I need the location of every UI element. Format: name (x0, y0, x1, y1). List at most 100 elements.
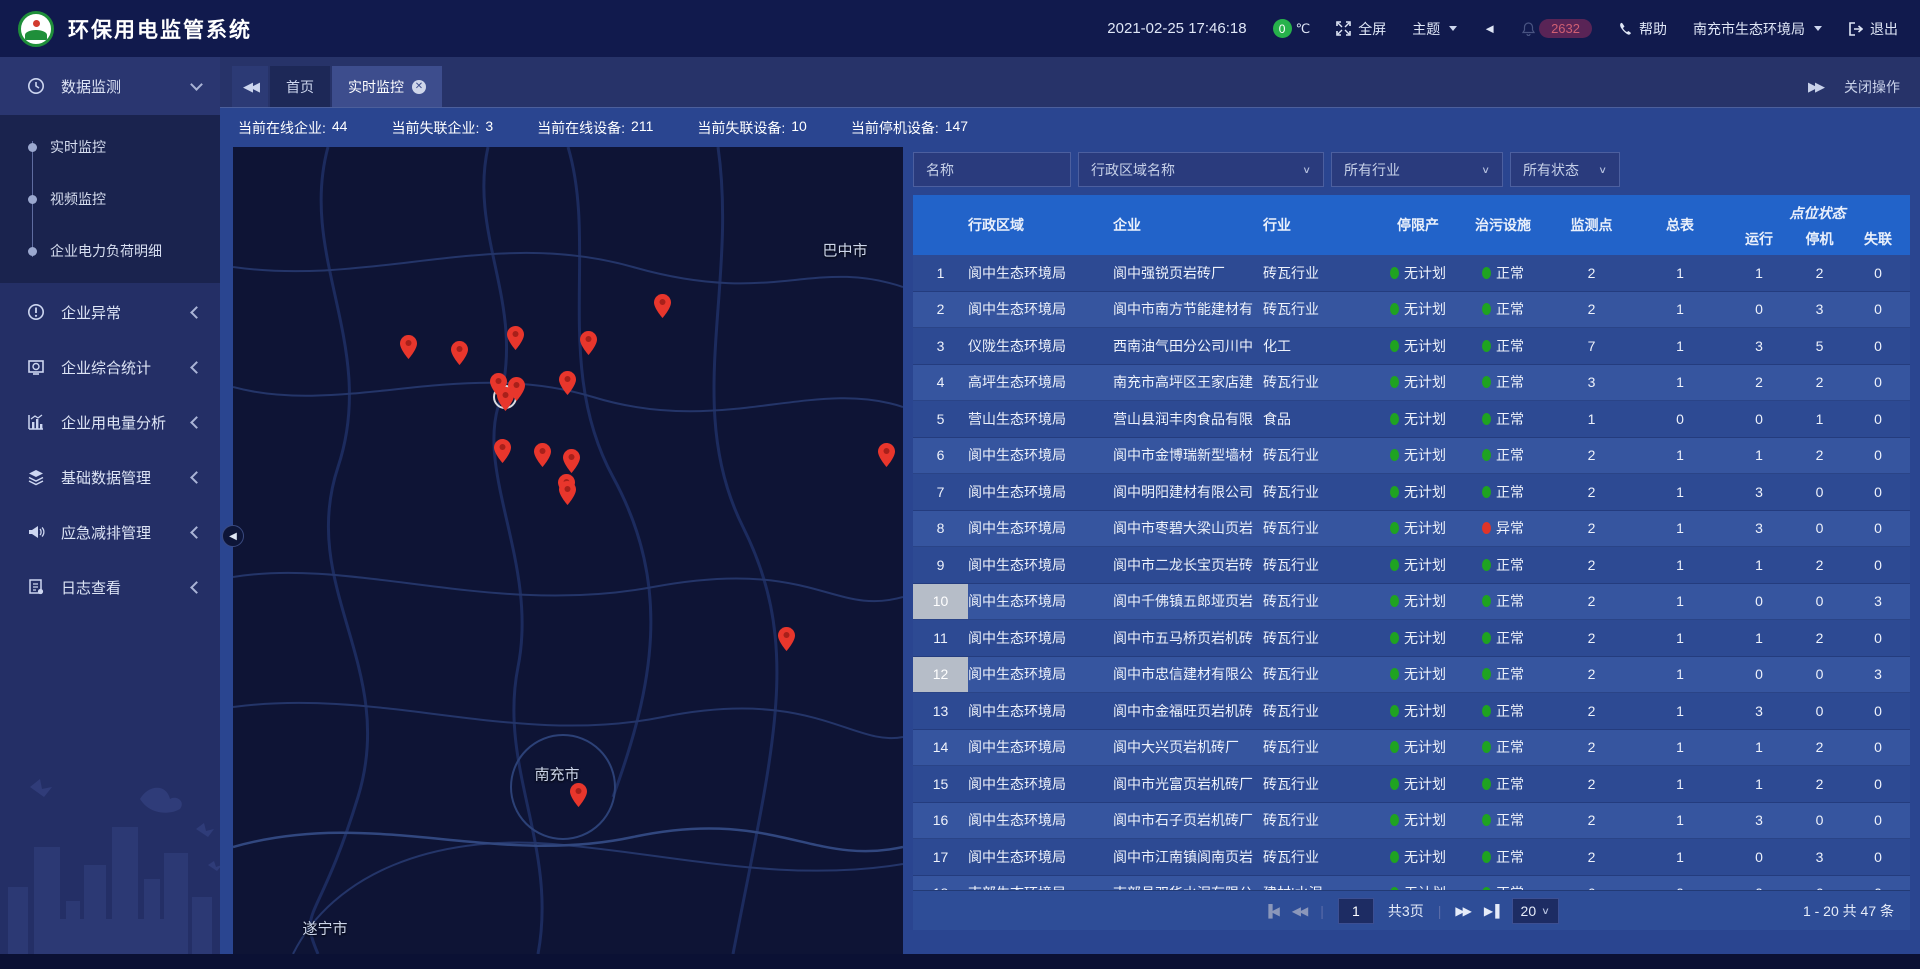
running-count-cell: 3 (1725, 328, 1793, 364)
status-dot-green (1482, 632, 1491, 644)
total-meter-cell: 1 (1635, 547, 1725, 583)
table-row[interactable]: 3仪陇生态环境局西南油气田分公司川中化工无计划正常71350 (913, 328, 1910, 365)
sidebar-subitem-power-load-detail[interactable]: 企业电力负荷明细 (0, 225, 220, 277)
map-pin-icon[interactable] (400, 335, 417, 359)
tabs-scroll-right-button[interactable]: ▶▶ (1808, 79, 1822, 95)
close-operations-button[interactable]: 关闭操作 (1844, 77, 1900, 97)
table-row[interactable]: 10阆中生态环境局阆中千佛镇五郎垭页岩砖瓦行业无计划正常21003 (913, 584, 1910, 621)
sidebar-collapse-toggle[interactable]: ◀ (222, 525, 244, 547)
tabs-scroll-left-button[interactable]: ◀◀ (232, 66, 268, 107)
map-panel[interactable]: 巴中市南充市遂宁市 ◀ (233, 147, 903, 954)
table-row[interactable]: 13阆中生态环境局阆中市金福旺页岩机砖砖瓦行业无计划正常21300 (913, 693, 1910, 730)
table-row[interactable]: 6阆中生态环境局阆中市金博瑞新型墙材砖瓦行业无计划正常21120 (913, 438, 1910, 475)
sidebar-item-base-data-management[interactable]: 基础数据管理 (0, 451, 220, 503)
region-cell: 阆中生态环境局 (968, 584, 1113, 620)
table-row[interactable]: 2阆中生态环境局阆中市南方节能建材有砖瓦行业无计划正常21030 (913, 292, 1910, 329)
table-row[interactable]: 15阆中生态环境局阆中市光富页岩机砖厂砖瓦行业无计划正常21120 (913, 766, 1910, 803)
table-row[interactable]: 18南部生态环境局南部县双华水泥有限公建材|水泥无计划正常60060 (913, 876, 1910, 891)
col-group-header-point-status: 点位状态 (1725, 195, 1910, 225)
sidebar-item-enterprise-statistics[interactable]: 企业综合统计 (0, 341, 220, 393)
map-pin-icon[interactable] (497, 387, 514, 411)
industry-cell: 砖瓦行业 (1263, 547, 1378, 583)
next-page-button[interactable]: ▶▶ (1455, 904, 1469, 918)
stop-limit-cell: 无计划 (1378, 584, 1458, 620)
status-text: 无计划 (1404, 409, 1446, 429)
page-number-input[interactable] (1338, 898, 1374, 924)
table-header: 行政区域企业行业停限产治污设施监测点总表点位状态运行停机失联 (913, 195, 1910, 255)
sidebar-item-enterprise-abnormal[interactable]: 企业异常 (0, 286, 220, 338)
last-page-button[interactable]: ▶▐ (1484, 904, 1498, 918)
lost-count-cell: 0 (1846, 474, 1910, 510)
map-pin-icon[interactable] (570, 783, 587, 807)
sidebar-subitem-video-monitoring[interactable]: 视频监控 (0, 173, 220, 225)
map-pin-icon[interactable] (654, 294, 671, 318)
city-skyline-decoration (0, 769, 220, 954)
map-pin-icon[interactable] (878, 443, 895, 467)
map-pin-icon[interactable] (534, 443, 551, 467)
table-row[interactable]: 8阆中生态环境局阆中市枣碧大梁山页岩砖瓦行业无计划异常21300 (913, 511, 1910, 548)
status-text: 正常 (1496, 810, 1524, 830)
col-header: 总表 (1635, 195, 1725, 255)
page-size-select[interactable]: 20∨ (1512, 898, 1559, 924)
table-row[interactable]: 16阆中生态环境局阆中市石子页岩机砖厂砖瓦行业无计划正常21300 (913, 803, 1910, 840)
enterprise-cell: 阆中市二龙长宝页岩砖 (1113, 547, 1263, 583)
sidebar-item-label: 数据监测 (61, 76, 176, 97)
sidebar-item-power-usage-analysis[interactable]: 企业用电量分析 (0, 396, 220, 448)
notification-badge[interactable]: 2632 (1522, 19, 1592, 38)
map-pin-icon[interactable] (494, 439, 511, 463)
table-row[interactable]: 4高坪生态环境局南充市高坪区王家店建砖瓦行业无计划正常31220 (913, 365, 1910, 402)
map-pin-icon[interactable] (451, 341, 468, 365)
status-text: 正常 (1496, 737, 1524, 757)
halted-count-cell: 0 (1793, 693, 1846, 729)
stop-limit-cell: 无计划 (1378, 255, 1458, 291)
table-row[interactable]: 14阆中生态环境局阆中大兴页岩机砖厂砖瓦行业无计划正常21120 (913, 730, 1910, 767)
sidebar-subitem-label: 视频监控 (50, 189, 106, 209)
first-page-button[interactable]: ▐◀ (1264, 904, 1278, 918)
col-header: 企业 (1113, 195, 1263, 255)
lost-count-cell: 0 (1846, 365, 1910, 401)
table-row[interactable]: 1阆中生态环境局阆中强锐页岩砖厂砖瓦行业无计划正常21120 (913, 255, 1910, 292)
col-header: 行业 (1263, 195, 1378, 255)
status-dot-green (1482, 595, 1491, 607)
mute-speaker-icon[interactable]: ◄ (1483, 21, 1496, 36)
status-select[interactable]: 所有状态∨ (1510, 152, 1620, 187)
tab-close-icon[interactable]: ✕ (412, 80, 426, 94)
running-count-cell: 1 (1725, 766, 1793, 802)
total-meter-cell: 1 (1635, 730, 1725, 766)
region-select[interactable]: 行政区域名称∨ (1078, 152, 1324, 187)
map-pin-icon[interactable] (559, 481, 576, 505)
help-button[interactable]: 帮助 (1618, 19, 1667, 39)
pager-divider: | (1438, 903, 1442, 919)
map-pin-icon[interactable] (580, 331, 597, 355)
status-text: 正常 (1496, 445, 1524, 465)
name-input-placeholder: 名称 (926, 160, 954, 180)
previous-page-button[interactable]: ◀◀ (1292, 904, 1306, 918)
table-row[interactable]: 11阆中生态环境局阆中市五马桥页岩机砖砖瓦行业无计划正常21120 (913, 620, 1910, 657)
theme-dropdown[interactable]: 主题 (1412, 19, 1457, 39)
tab-home[interactable]: 首页 (270, 66, 330, 107)
status-text: 正常 (1496, 628, 1524, 648)
map-pin-icon[interactable] (507, 326, 524, 350)
logout-button[interactable]: 退出 (1848, 19, 1898, 39)
sidebar-item-emergency-reduction[interactable]: 应急减排管理 (0, 506, 220, 558)
name-search-input[interactable]: 名称 (913, 152, 1071, 187)
row-index-highlight: 10 (913, 584, 968, 620)
map-pin-icon[interactable] (559, 371, 576, 395)
sidebar-subitem-realtime-monitoring[interactable]: 实时监控 (0, 121, 220, 173)
tab-realtime[interactable]: 实时监控✕ (332, 66, 442, 107)
table-row[interactable]: 5营山生态环境局营山县润丰肉食品有限食品无计划正常10010 (913, 401, 1910, 438)
map-pin-icon[interactable] (563, 449, 580, 473)
org-dropdown[interactable]: 南充市生态环境局 (1693, 19, 1822, 39)
industry-select[interactable]: 所有行业∨ (1331, 152, 1503, 187)
status-dot-green (1390, 267, 1399, 279)
sidebar-item-data-monitoring[interactable]: 数据监测 (0, 57, 220, 115)
sidebar-item-log-view[interactable]: 日志查看 (0, 561, 220, 613)
map-pin-icon[interactable] (778, 627, 795, 651)
fullscreen-button[interactable]: 全屏 (1336, 19, 1386, 39)
pagination-range-label: 1 - 20 共 47 条 (1803, 901, 1894, 921)
table-row[interactable]: 17阆中生态环境局阆中市江南镇阆南页岩砖瓦行业无计划正常21030 (913, 839, 1910, 876)
sidebar-item-label: 基础数据管理 (61, 467, 176, 488)
table-row[interactable]: 9阆中生态环境局阆中市二龙长宝页岩砖砖瓦行业无计划正常21120 (913, 547, 1910, 584)
table-row[interactable]: 12阆中生态环境局阆中市忠信建材有限公砖瓦行业无计划正常21003 (913, 657, 1910, 694)
table-row[interactable]: 7阆中生态环境局阆中明阳建材有限公司砖瓦行业无计划正常21300 (913, 474, 1910, 511)
